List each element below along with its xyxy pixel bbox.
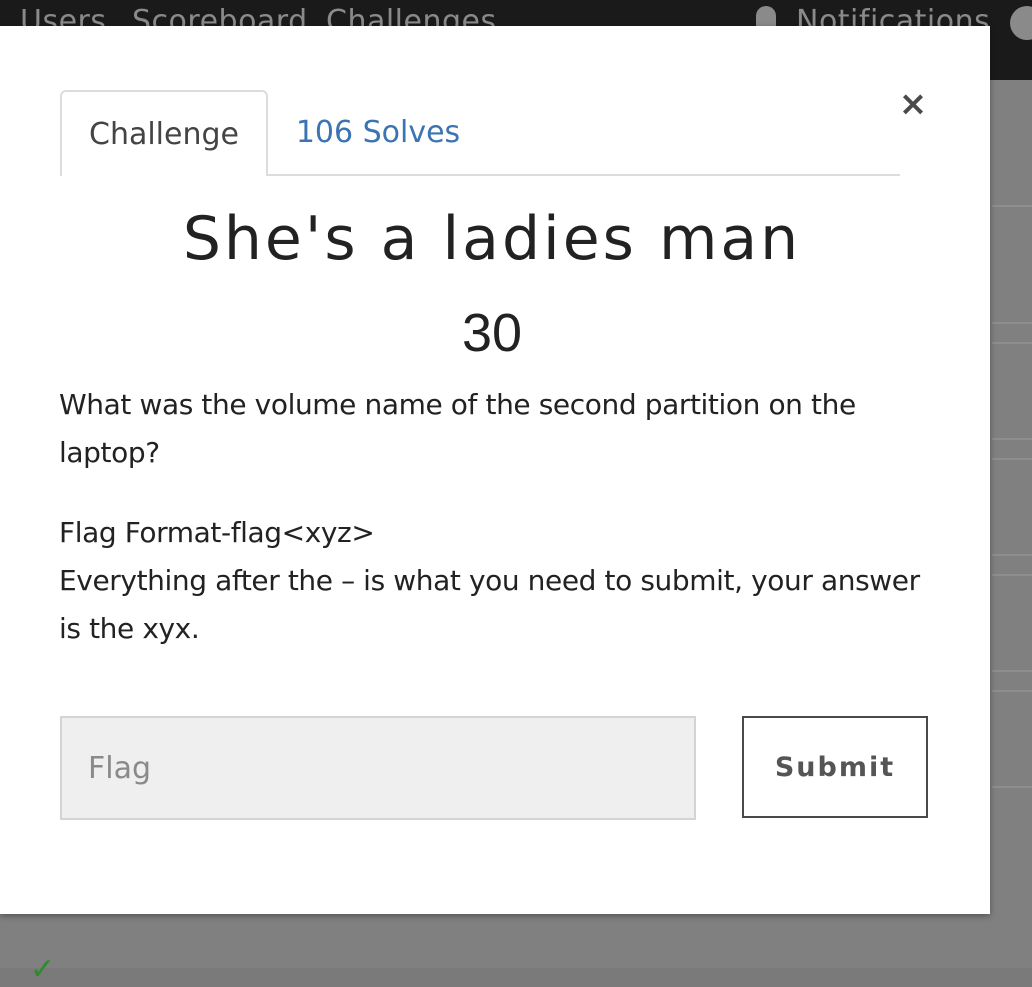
divider [992,670,1032,672]
tab-challenge[interactable]: Challenge [60,90,268,176]
challenge-points: 30 [461,303,523,363]
challenge-modal: × Challenge 106 Solves She's a ladies ma… [0,26,990,914]
divider [992,205,1032,207]
checkmark-icon: ✓ [30,952,56,987]
divider [992,458,1032,460]
divider [992,342,1032,344]
user-icon[interactable] [1010,6,1032,40]
divider [992,786,1032,788]
challenge-title: She's a ladies man [182,204,802,274]
submit-button[interactable]: Submit [742,716,928,818]
divider [992,438,1032,440]
challenge-description: What was the volume name of the second p… [59,388,856,469]
bell-icon [756,6,776,28]
divider [992,554,1032,556]
divider [992,322,1032,324]
divider [992,574,1032,576]
divider [992,690,1032,692]
flag-format-text: Flag Format-flag<xyz> Everything after t… [59,516,920,645]
flag-input[interactable] [60,716,696,820]
tab-solves[interactable]: 106 Solves [278,90,478,174]
close-icon[interactable]: × [897,87,929,121]
modal-tabs: Challenge 106 Solves [60,90,900,176]
